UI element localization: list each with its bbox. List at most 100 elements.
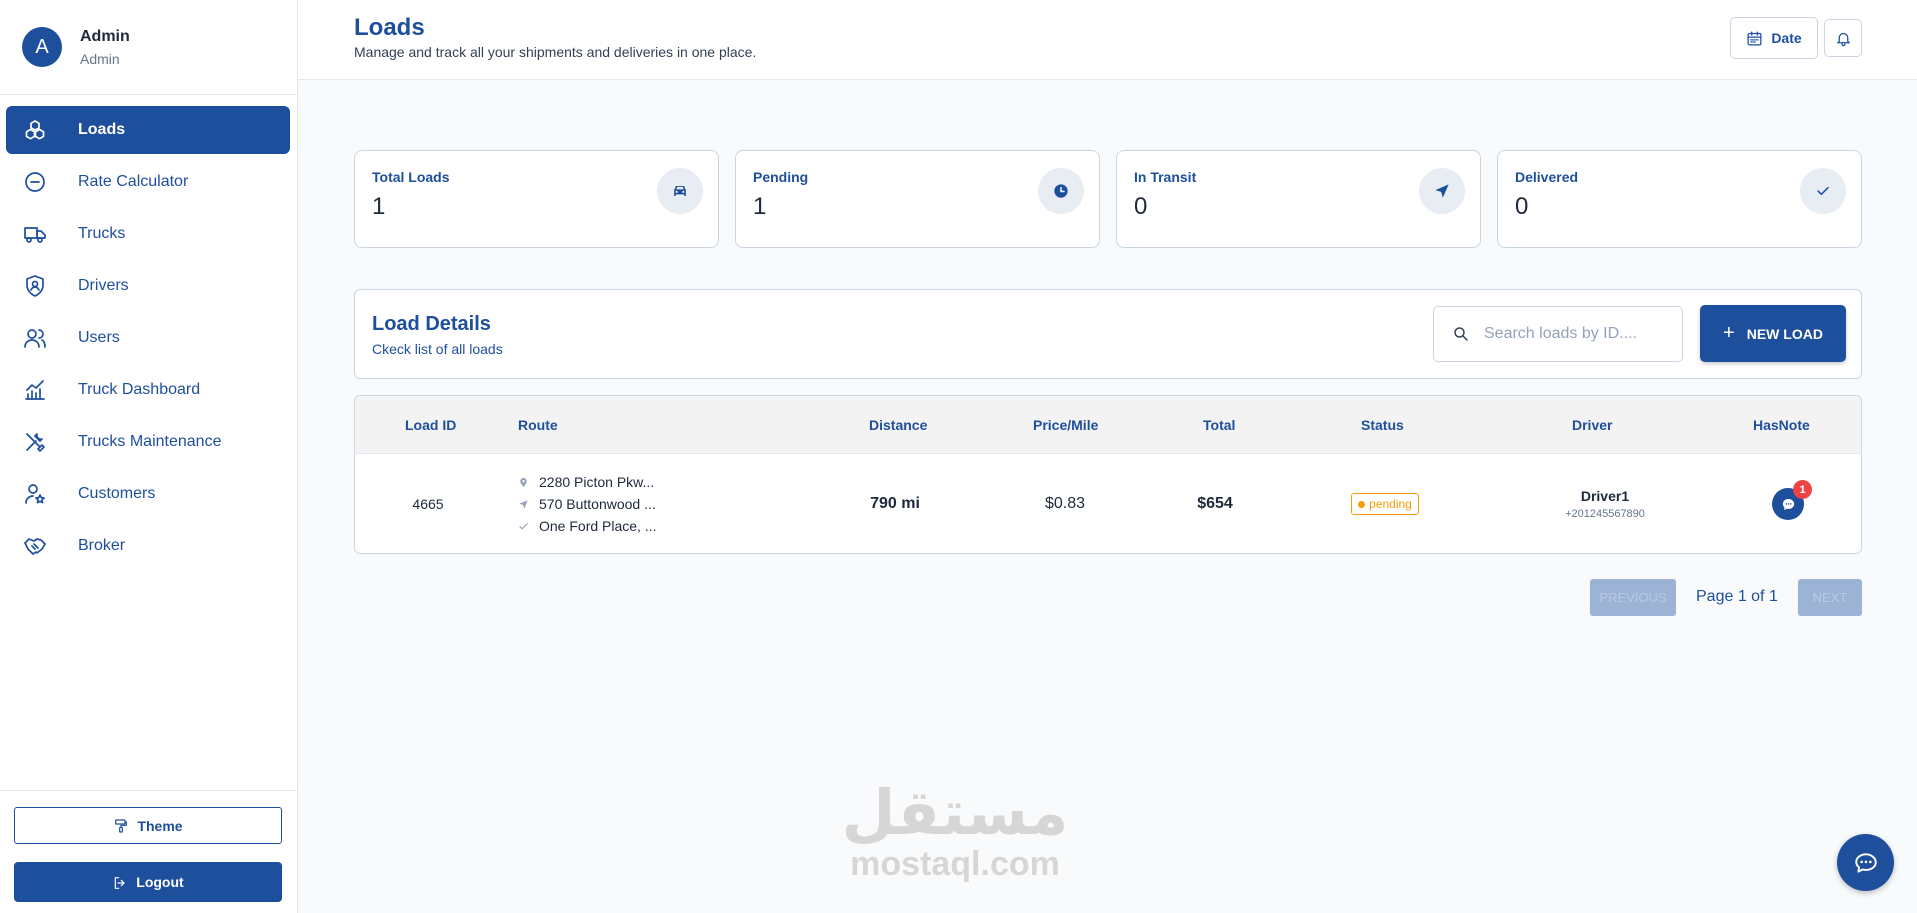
section-subtitle: Ckeck list of all loads	[372, 341, 503, 357]
search-icon	[1454, 327, 1468, 341]
car-icon	[657, 168, 703, 214]
bell-icon	[1836, 32, 1850, 46]
loads-table: Load ID Route Distance Price/Mile Total …	[354, 395, 1862, 554]
search-input[interactable]	[1484, 325, 1674, 343]
sidebar-item-label: Trucks	[78, 225, 126, 242]
sidebar-item-rate-calculator[interactable]: Rate Calculator	[6, 158, 290, 206]
chat-bubble-icon	[1782, 498, 1794, 510]
sidebar-item-label: Loads	[78, 121, 126, 138]
note-button[interactable]: 1	[1772, 480, 1812, 520]
previous-page-button[interactable]: PREVIOUS	[1590, 579, 1676, 616]
clock-icon	[1038, 168, 1084, 214]
sidebar-item-truck-dashboard[interactable]: Truck Dashboard	[6, 366, 290, 414]
table-header: Load ID Route Distance Price/Mile Total …	[355, 396, 1861, 454]
page-title: Loads	[354, 14, 425, 41]
check-icon	[1800, 168, 1846, 214]
route-destination: One Ford Place, ...	[518, 518, 657, 534]
logout-button[interactable]: Logout	[14, 862, 282, 902]
status-dot	[1358, 500, 1366, 508]
sidebar-item-label: Customers	[78, 485, 156, 502]
route-origin: 2280 Picton Pkw...	[518, 474, 657, 490]
column-header-distance[interactable]: Distance	[869, 396, 927, 454]
cell-driver: Driver1 +201245567890	[1525, 454, 1685, 553]
paint-roller-icon	[113, 817, 137, 834]
cell-total: $654	[1197, 495, 1233, 512]
stat-value: 0	[1515, 193, 1529, 220]
stat-card-delivered: Delivered 0	[1497, 150, 1862, 248]
sidebar-item-loads[interactable]: Loads	[6, 106, 290, 154]
sidebar-item-customers[interactable]: Customers	[6, 470, 290, 518]
route-origin-text: 2280 Picton Pkw...	[539, 474, 655, 490]
calendar-icon	[1747, 30, 1762, 46]
search-box	[1433, 306, 1683, 362]
logout-icon	[112, 873, 136, 890]
new-load-label: NEW LOAD	[1746, 325, 1823, 342]
cell-hasnote: 1	[1755, 454, 1821, 553]
sidebar-footer: Theme Logout	[0, 790, 297, 913]
date-filter-label: Date	[1771, 30, 1802, 46]
column-header-status[interactable]: Status	[1361, 396, 1404, 454]
column-header-route[interactable]: Route	[518, 396, 558, 454]
sidebar-item-label: Drivers	[78, 277, 129, 294]
driver-phone: +201245567890	[1565, 508, 1645, 520]
route-destination-text: One Ford Place, ...	[539, 518, 657, 534]
page-subtitle: Manage and track all your shipments and …	[354, 44, 757, 60]
watermark-arabic: مستقل	[841, 776, 1069, 849]
theme-button[interactable]: Theme	[14, 807, 282, 844]
stat-value: 1	[753, 193, 767, 220]
stat-label: Total Loads	[372, 169, 450, 185]
stat-card-in-transit: In Transit 0	[1116, 150, 1481, 248]
logout-label: Logout	[136, 874, 184, 890]
sidebar-item-trucks[interactable]: Trucks	[6, 210, 290, 258]
sidebar-item-label: Rate Calculator	[78, 173, 189, 190]
chat-button[interactable]	[1837, 834, 1894, 891]
truck-icon	[22, 221, 48, 247]
status-text: pending	[1369, 497, 1412, 511]
avatar[interactable]: A	[22, 27, 62, 67]
page-header: Loads Manage and track all your shipment…	[298, 0, 1917, 80]
stat-value: 1	[372, 193, 386, 220]
sidebar-nav: Loads Rate Calculator Trucks Drivers Use…	[6, 106, 290, 574]
sidebar-item-broker[interactable]: Broker	[6, 522, 290, 570]
stat-label: In Transit	[1134, 169, 1197, 185]
user-name: Admin	[80, 27, 130, 45]
next-page-button[interactable]: NEXT	[1798, 579, 1862, 616]
sidebar-item-label: Broker	[78, 537, 126, 554]
status-badge: pending	[1351, 493, 1419, 515]
driver-name: Driver1	[1580, 488, 1630, 504]
map-pin-icon	[520, 477, 527, 487]
route-stop: 570 Buttonwood ...	[518, 496, 657, 512]
user-role: Admin	[80, 50, 120, 67]
sidebar-item-users[interactable]: Users	[6, 314, 290, 362]
notifications-button[interactable]	[1824, 19, 1862, 57]
chart-icon	[22, 377, 48, 403]
cell-price-mile: $0.83	[1044, 495, 1086, 512]
handshake-icon	[22, 533, 48, 559]
shield-user-icon	[22, 273, 48, 299]
plus-icon: +	[1723, 322, 1735, 344]
page-indicator: Page 1 of 1	[1696, 588, 1778, 605]
cell-load-id: 4665	[412, 496, 444, 512]
stats-row: Total Loads 1 Pending 1 In Transit 0 Del…	[354, 150, 1862, 248]
column-header-total[interactable]: Total	[1203, 396, 1235, 454]
cell-distance: 790 mi	[870, 495, 920, 512]
users-icon	[22, 325, 48, 351]
chat-icon	[1854, 852, 1877, 873]
boxes-icon	[22, 117, 48, 143]
stat-card-total-loads: Total Loads 1	[354, 150, 719, 248]
column-header-driver[interactable]: Driver	[1572, 396, 1612, 454]
stat-value: 0	[1134, 193, 1148, 220]
navigation-icon	[1419, 168, 1465, 214]
tools-icon	[22, 429, 48, 455]
date-filter-button[interactable]: Date	[1730, 17, 1818, 59]
column-header-load-id[interactable]: Load ID	[405, 396, 456, 454]
navigation-icon	[519, 499, 528, 509]
column-header-price-mile[interactable]: Price/Mile	[1033, 396, 1098, 454]
table-row[interactable]: 4665 2280 Picton Pkw... 570 Buttonwood .…	[355, 454, 1861, 553]
sidebar-item-drivers[interactable]: Drivers	[6, 262, 290, 310]
new-load-button[interactable]: + NEW LOAD	[1700, 305, 1846, 362]
sidebar-item-trucks-maintenance[interactable]: Trucks Maintenance	[6, 418, 290, 466]
column-header-hasnote[interactable]: HasNote	[1753, 396, 1810, 454]
stat-label: Delivered	[1515, 169, 1579, 185]
load-details-panel: Load Details Ckeck list of all loads + N…	[354, 289, 1862, 379]
